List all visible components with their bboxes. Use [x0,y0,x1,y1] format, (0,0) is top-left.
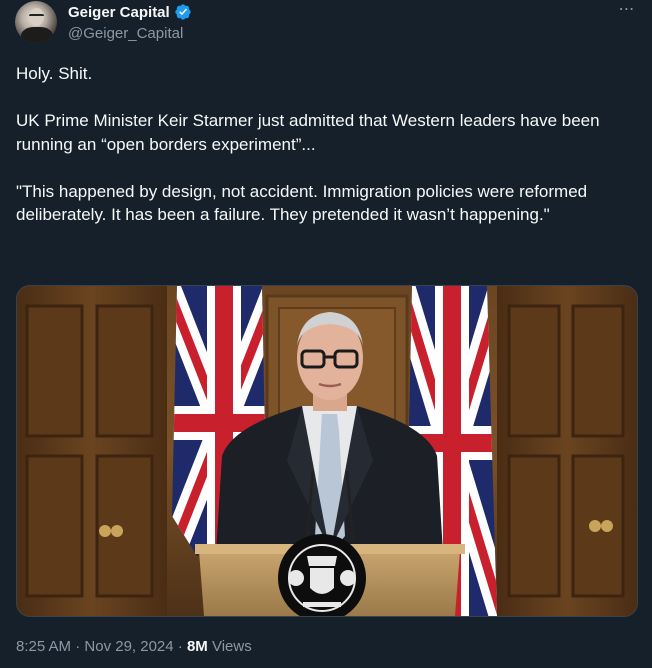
more-options-icon[interactable]: ⋯ [614,2,640,22]
tweet[interactable]: Geiger Capital @Geiger_Capital ⋯ Holy. S… [0,0,652,668]
tweet-time[interactable]: 8:25 AM [16,638,71,655]
tweet-line-3: "This happened by design, not accident. … [16,181,588,225]
avatar-body [21,27,53,43]
author-name-row[interactable]: Geiger Capital [68,3,192,21]
tweet-line-2: UK Prime Minister Keir Starmer just admi… [16,111,600,154]
avatar[interactable] [15,1,57,43]
author-handle[interactable]: @Geiger_Capital [68,25,183,42]
tweet-line-1: Holy. Shit. [16,64,93,83]
tweet-date[interactable]: Nov 29, 2024 [84,638,173,655]
avatar-glasses [29,14,44,20]
tweet-text: Holy. Shit. UK Prime Minister Keir Starm… [16,62,636,227]
author-display-name[interactable]: Geiger Capital [68,4,170,21]
separator-dot: · [75,638,81,655]
tweet-media-video[interactable] [16,285,638,617]
verified-badge-icon [175,4,191,20]
views-label: Views [211,638,252,655]
tweet-meta: 8:25 AM · Nov 29, 2024 · 8M Views [16,638,252,655]
separator-dot: · [177,638,183,655]
video-frame-image [17,286,637,616]
views-count: 8M [186,638,208,655]
